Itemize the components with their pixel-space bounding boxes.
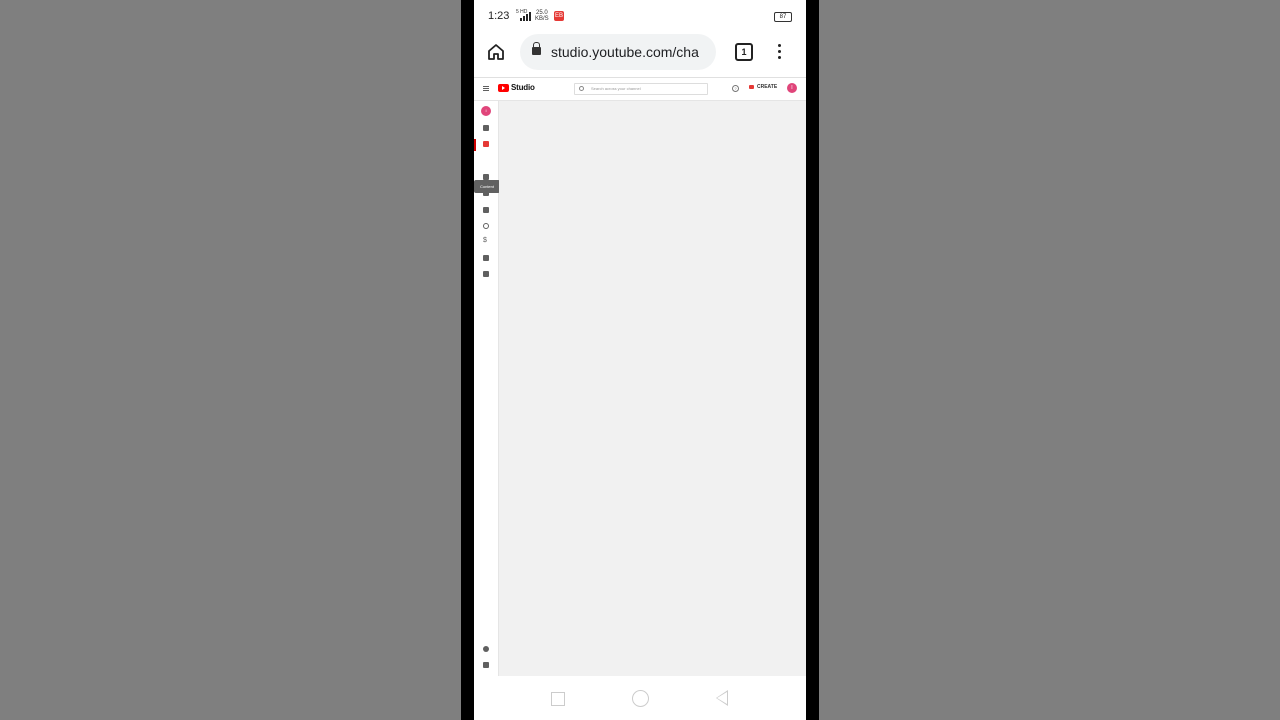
status-time: 1:23 [488, 10, 510, 22]
sidebar-item-subtitles[interactable] [481, 205, 491, 215]
url-text[interactable]: studio.youtube.com/cha [551, 44, 699, 60]
sidebar-item-dashboard[interactable] [481, 123, 491, 133]
sidebar-item-comments[interactable] [481, 188, 491, 198]
dollar-icon: $ [483, 237, 487, 244]
sidebar-item-earn[interactable]: $ [481, 237, 491, 247]
youtube-logo-icon[interactable] [498, 84, 509, 92]
comments-icon [483, 190, 489, 196]
home-icon[interactable] [486, 42, 506, 62]
dashboard-icon [483, 125, 489, 131]
browser-toolbar: studio.youtube.com/cha 1 [474, 32, 806, 76]
copyright-icon [483, 223, 489, 229]
lock-icon[interactable] [532, 42, 541, 55]
sidebar-item-audio-library[interactable] [481, 269, 491, 279]
sidebar-item-copyright[interactable] [481, 221, 491, 231]
recents-icon[interactable] [551, 692, 565, 706]
battery-icon: 87 [774, 12, 792, 22]
status-bar: 1:23 5 HD 25.0 KB/S EB 87 [474, 0, 806, 32]
account-avatar[interactable]: I [787, 83, 797, 93]
home-circle-icon[interactable] [632, 690, 649, 707]
active-item-marker [474, 139, 476, 151]
search-placeholder: Search across your channel [591, 86, 641, 91]
tab-switcher-button[interactable]: 1 [735, 43, 753, 61]
network-speed: 25.0 KB/S [535, 10, 549, 22]
studio-header: Studio Search across your channel ? CREA… [474, 78, 806, 101]
signal-bars-icon [520, 12, 532, 21]
sidebar-item-customisation[interactable] [481, 253, 491, 263]
feedback-icon [483, 662, 489, 668]
studio-main-area [499, 101, 806, 676]
studio-wordmark[interactable]: Studio [511, 83, 535, 92]
android-nav-bar [474, 676, 806, 720]
web-content: Studio Search across your channel ? CREA… [474, 77, 806, 676]
background-left [0, 0, 461, 720]
search-input[interactable]: Search across your channel [574, 83, 708, 95]
audio-library-icon [483, 271, 489, 277]
phone-screen: 1:23 5 HD 25.0 KB/S EB 87 studio.youtube… [474, 0, 806, 720]
help-icon[interactable]: ? [732, 85, 739, 92]
hamburger-menu-icon[interactable] [483, 86, 489, 91]
back-icon[interactable] [716, 690, 728, 706]
analytics-icon [483, 174, 489, 180]
create-button[interactable]: CREATE [749, 84, 777, 93]
sidebar-item-analytics[interactable] [481, 172, 491, 182]
sidebar-item-content[interactable] [481, 139, 491, 149]
sidebar-item-feedback[interactable] [481, 660, 491, 670]
magic-wand-icon [483, 255, 489, 261]
background-right [819, 0, 1280, 720]
sidebar-item-settings[interactable] [481, 644, 491, 654]
subtitles-icon [483, 207, 489, 213]
content-icon [483, 141, 489, 147]
gear-icon [483, 646, 489, 652]
studio-sidebar: I Content $ [474, 101, 500, 676]
notification-badge: EB [554, 11, 564, 21]
channel-avatar[interactable]: I [481, 106, 491, 116]
address-bar[interactable]: studio.youtube.com/cha [520, 34, 716, 70]
create-label: CREATE [757, 84, 778, 90]
video-camera-icon [749, 84, 754, 89]
browser-menu-icon[interactable] [774, 42, 786, 62]
search-icon [579, 86, 584, 91]
